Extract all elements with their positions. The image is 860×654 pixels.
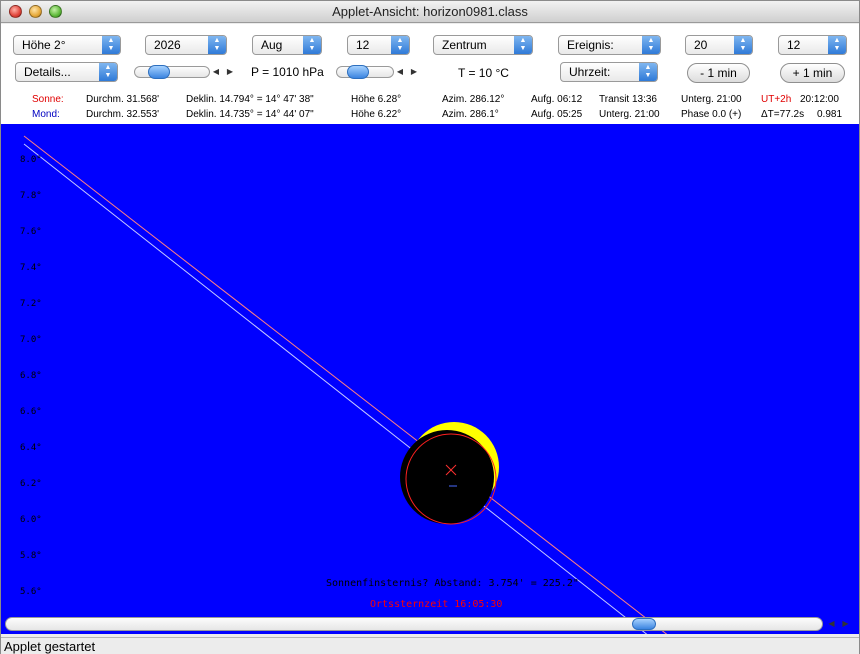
scrollbar-track[interactable]	[5, 617, 823, 631]
updown-arrows-icon: ▲ ▼	[639, 63, 657, 81]
scrollbar-thumb[interactable]	[632, 618, 656, 630]
sun-label: Sonne:	[32, 94, 64, 105]
status-bar: Applet gestartet	[1, 637, 859, 654]
updown-arrows-icon: ▲ ▼	[208, 36, 226, 54]
pressure-label: P = 1010 hPa	[251, 65, 324, 79]
y-axis-label: 6.2°	[20, 479, 42, 489]
sky-drawing	[23, 135, 668, 634]
month-select-value: Aug	[261, 38, 283, 52]
minus-one-minute-button[interactable]: - 1 min	[687, 63, 750, 83]
updown-arrows-icon: ▲ ▼	[391, 36, 409, 54]
pressure-slider-thumb[interactable]	[148, 65, 170, 79]
y-axis-label: 6.8°	[20, 371, 42, 381]
event-select-value: Ereignis:	[567, 38, 614, 52]
moon-set: Unterg. 21:00	[599, 109, 660, 120]
right-arrow-icon[interactable]: ▶	[224, 66, 236, 78]
temperature-label: T = 10 °C	[458, 66, 509, 80]
sun-path-line	[23, 135, 668, 634]
sun-transit: Transit 13:36	[599, 94, 657, 105]
y-axis-label: 7.8°	[20, 191, 42, 201]
sky-canvas[interactable]: 8.0° 7.8° 7.6° 7.4° 7.2° 7.0° 6.8° 6.6° …	[1, 124, 859, 634]
minute-select-value: 12	[787, 38, 801, 52]
timezone-label: UT+2h	[761, 94, 792, 105]
moon-path-line	[23, 143, 648, 634]
day-select[interactable]: 12 ▲ ▼	[347, 35, 410, 55]
sun-altitude: Höhe 6.28°	[351, 94, 402, 105]
updown-arrows-icon: ▲ ▼	[642, 36, 660, 54]
updown-arrows-icon: ▲ ▼	[514, 36, 532, 54]
right-arrow-icon[interactable]: ▶	[408, 66, 420, 78]
left-arrow-icon[interactable]: ◀	[210, 66, 222, 78]
moon-declination: Deklin. 14.735° = 14° 44' 07"	[186, 109, 314, 120]
sun-diameter: Durchm. 31.568'	[86, 94, 160, 105]
y-axis-label: 5.8°	[20, 551, 42, 561]
day-select-value: 12	[356, 38, 370, 52]
horizontal-scrollbar[interactable]: ◀ ▶	[5, 617, 855, 631]
year-select-value: 2026	[154, 38, 181, 52]
y-axis-label: 7.4°	[20, 263, 42, 273]
temperature-slider-thumb[interactable]	[347, 65, 369, 79]
updown-arrows-icon: ▲ ▼	[99, 63, 117, 81]
updown-arrows-icon: ▲ ▼	[734, 36, 752, 54]
year-select[interactable]: 2026 ▲ ▼	[145, 35, 227, 55]
y-axis-label: 7.0°	[20, 335, 42, 345]
right-arrow-icon[interactable]: ▶	[839, 618, 852, 630]
month-select[interactable]: Aug ▲ ▼	[252, 35, 322, 55]
y-axis-label: 6.6°	[20, 407, 42, 417]
minute-select[interactable]: 12 ▲ ▼	[778, 35, 847, 55]
pressure-slider-track[interactable]	[134, 66, 210, 78]
view-select[interactable]: Zentrum ▲ ▼	[433, 35, 533, 55]
altitude-select[interactable]: Höhe 2° ▲ ▼	[13, 35, 121, 55]
status-text: Applet gestartet	[4, 639, 96, 654]
details-select-value: Details...	[24, 65, 71, 79]
moon-magnitude: 0.981	[817, 109, 843, 120]
temperature-slider[interactable]: ◀ ▶	[336, 63, 424, 79]
y-axis-label: 6.0°	[20, 515, 42, 525]
pressure-slider[interactable]: ◀ ▶	[134, 63, 240, 79]
updown-arrows-icon: ▲ ▼	[303, 36, 321, 54]
window-title: Applet-Ansicht: horizon0981.class	[332, 4, 528, 19]
updown-arrows-icon: ▲ ▼	[102, 36, 120, 54]
delta-t: ΔT=77.2s	[761, 109, 805, 120]
sun-rise: Aufg. 06:12	[531, 94, 583, 105]
altitude-select-value: Höhe 2°	[22, 38, 66, 52]
control-panel: Höhe 2° ▲ ▼ 2026 ▲ ▼ Aug ▲ ▼ 12 ▲ ▼ Zentrum …	[1, 24, 859, 124]
y-axis-label: 7.6°	[20, 227, 42, 237]
applet-window: Applet-Ansicht: horizon0981.class Höhe 2…	[0, 0, 860, 654]
hour-select[interactable]: 20 ▲ ▼	[685, 35, 753, 55]
eclipse-message: Sonnenfinsternis? Abstand: 3.754' = 225.…	[326, 578, 579, 589]
moon-azimuth: Azim. 286.1°	[442, 109, 499, 120]
plus-one-minute-button[interactable]: + 1 min	[780, 63, 845, 83]
details-select[interactable]: Details... ▲ ▼	[15, 62, 118, 82]
moon-phase: Phase 0.0 (+)	[681, 109, 742, 120]
moon-label: Mond:	[32, 109, 60, 120]
time-mode-select-value: Uhrzeit:	[569, 65, 611, 79]
y-axis-label: 6.4°	[20, 443, 42, 453]
hour-select-value: 20	[694, 38, 708, 52]
moon-altitude: Höhe 6.22°	[351, 109, 402, 120]
left-arrow-icon[interactable]: ◀	[825, 618, 838, 630]
moon-rise: Aufg. 05:25	[531, 109, 583, 120]
sun-set: Unterg. 21:00	[681, 94, 742, 105]
left-arrow-icon[interactable]: ◀	[394, 66, 406, 78]
time-mode-select[interactable]: Uhrzeit: ▲ ▼	[560, 62, 658, 82]
updown-arrows-icon: ▲ ▼	[828, 36, 846, 54]
event-select[interactable]: Ereignis: ▲ ▼	[558, 35, 661, 55]
title-bar: Applet-Ansicht: horizon0981.class	[1, 1, 859, 23]
y-axis-label: 8.0°	[20, 155, 42, 165]
y-axis-label: 7.2°	[20, 299, 42, 309]
view-select-value: Zentrum	[442, 38, 487, 52]
sun-declination: Deklin. 14.794° = 14° 47' 38"	[186, 94, 314, 105]
y-axis-label: 5.6°	[20, 587, 42, 597]
sidereal-time: Ortssternzeit 16:05:30	[370, 599, 503, 610]
sun-azimuth: Azim. 286.12°	[442, 94, 505, 105]
current-time: 20:12:00	[800, 94, 839, 105]
moon-diameter: Durchm. 32.553'	[86, 109, 160, 120]
